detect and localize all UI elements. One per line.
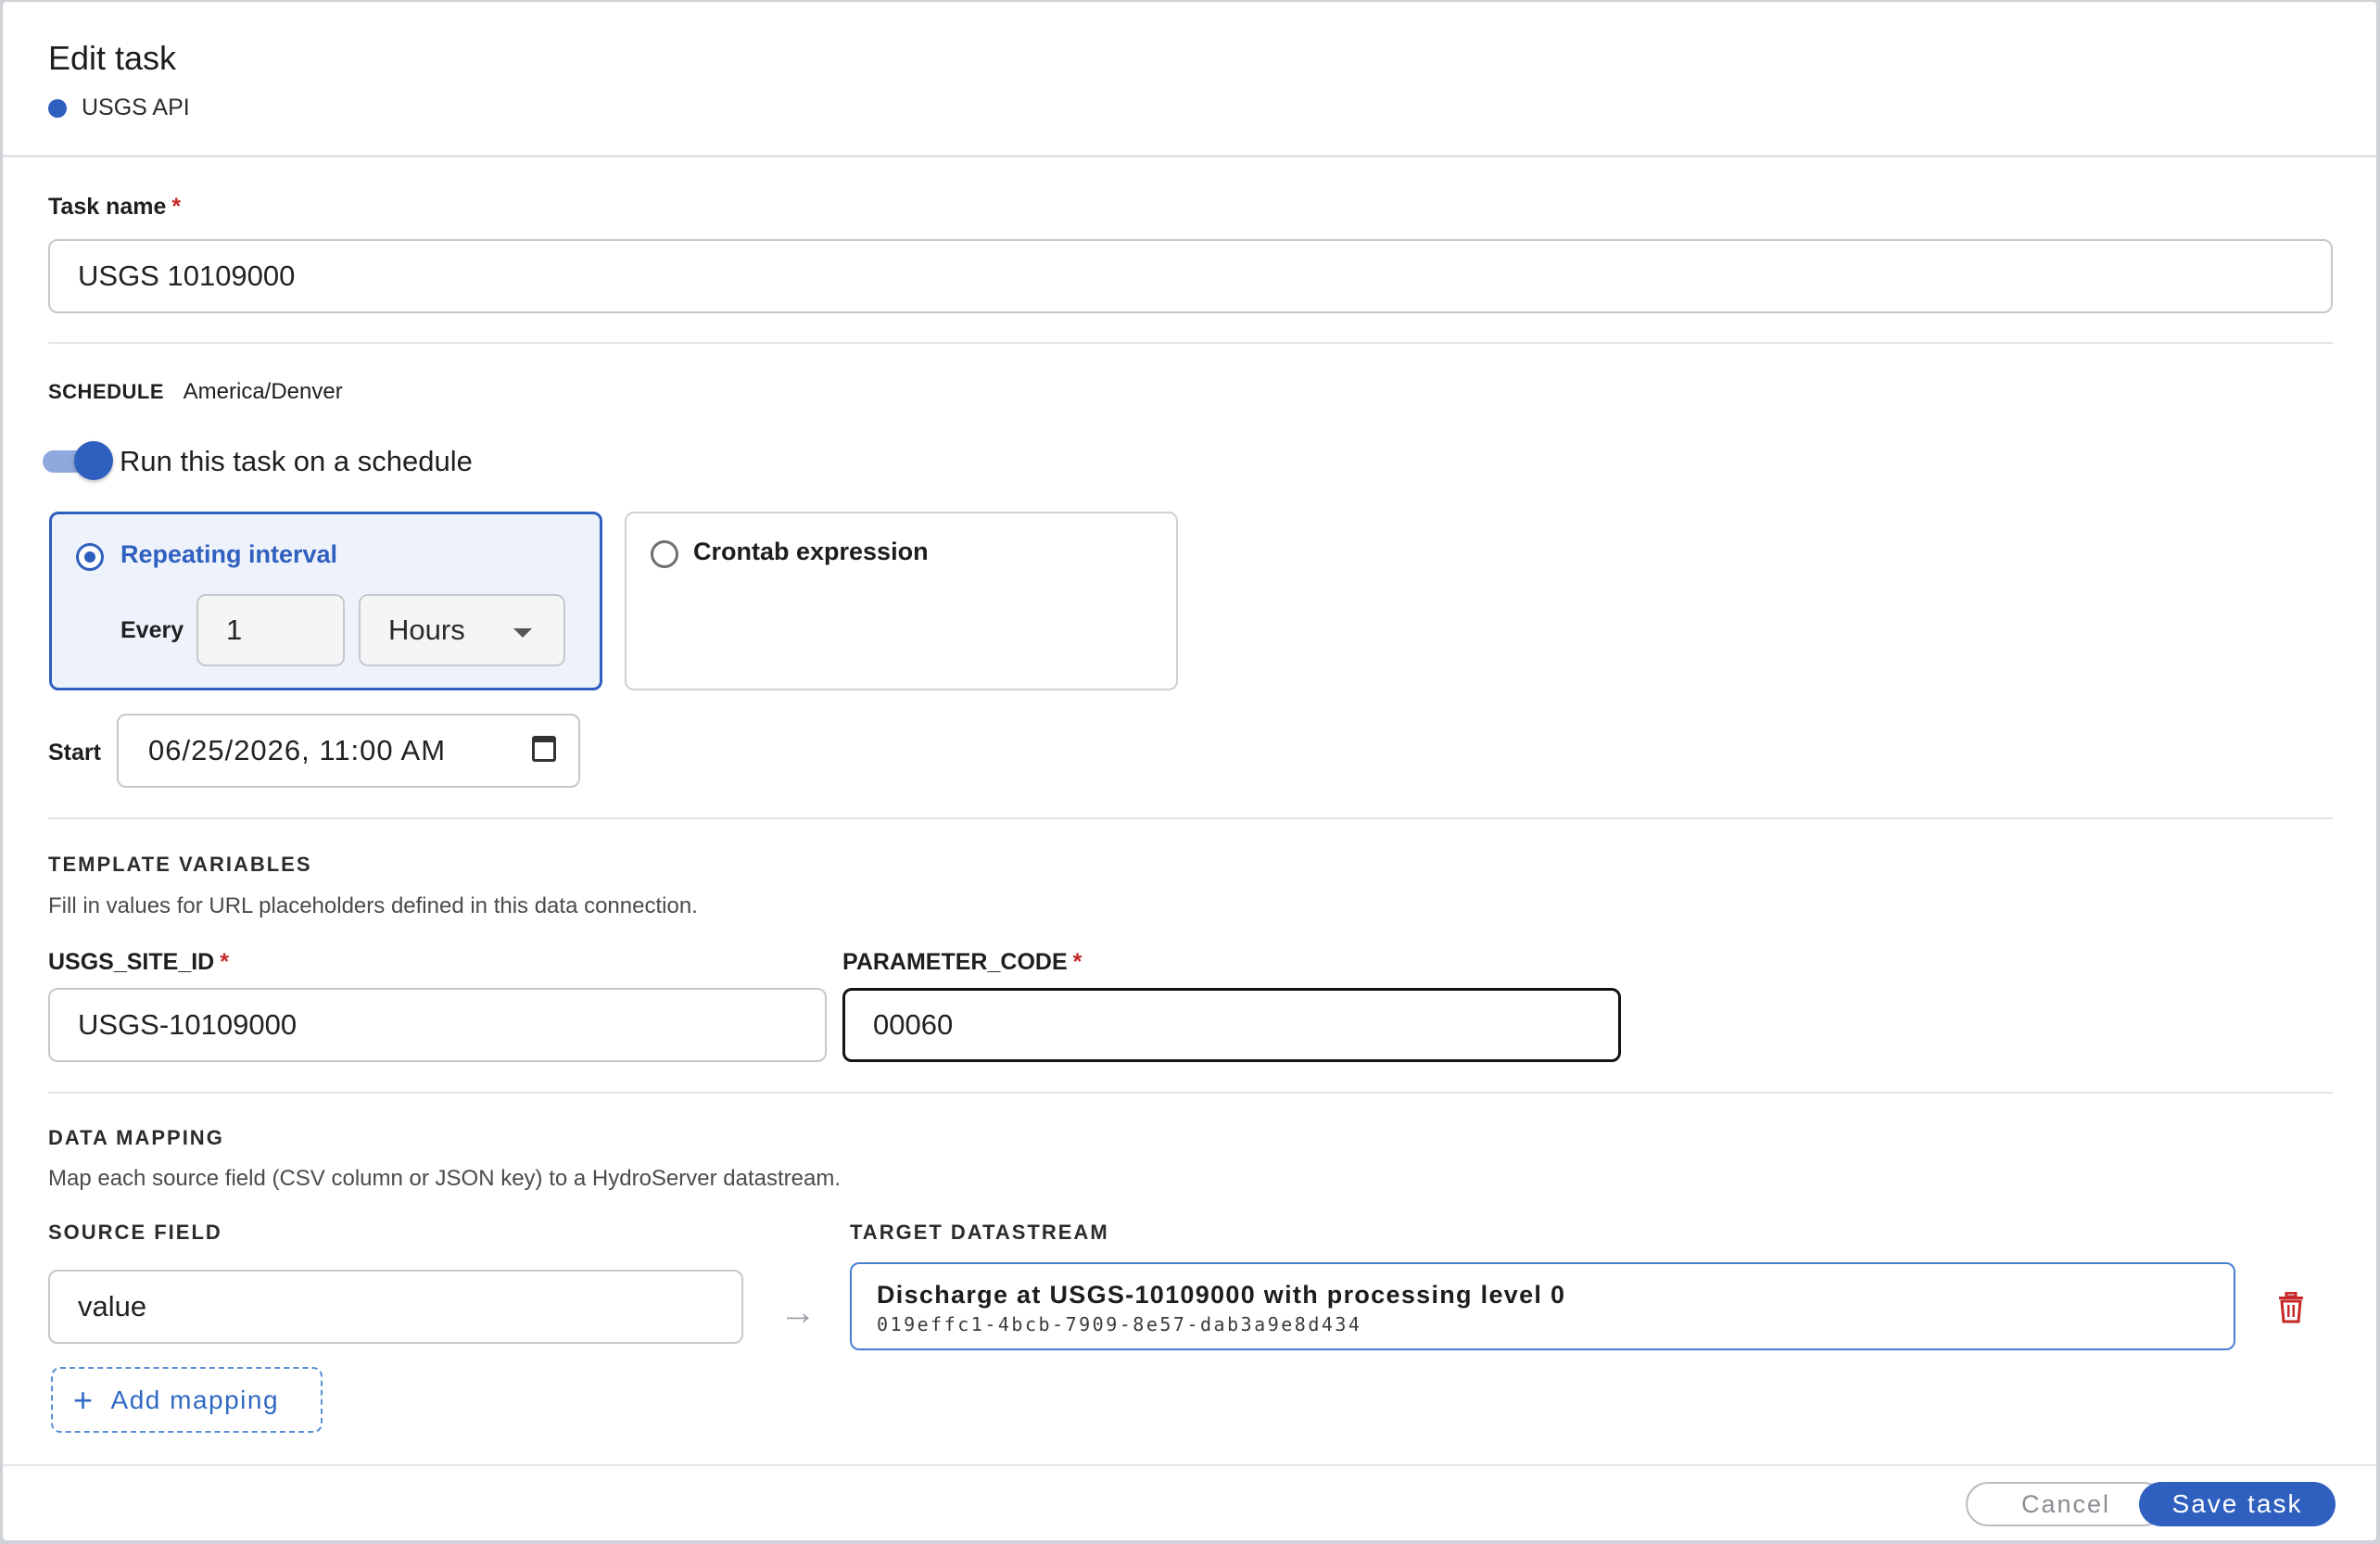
task-name-label: Task name * <box>48 194 181 221</box>
repeating-interval-label: Repeating interval <box>120 540 338 568</box>
add-mapping-button[interactable]: + Add mapping <box>51 1367 323 1433</box>
source-field-value: value <box>78 1290 147 1323</box>
crontab-expression-card[interactable]: Crontab expression <box>625 512 1178 690</box>
data-mapping-description: Map each source field (CSV column or JSO… <box>48 1166 841 1191</box>
source-field-input[interactable]: value <box>48 1270 743 1344</box>
crontab-expression-label: Crontab expression <box>693 538 929 565</box>
schedule-timezone: America/Denver <box>183 379 343 404</box>
usgs-site-id-label-text: USGS_SITE_ID <box>48 949 215 975</box>
save-task-button[interactable]: Save task <box>2139 1482 2336 1526</box>
repeating-interval-radio[interactable] <box>76 543 104 571</box>
schedule-toggle[interactable] <box>41 441 115 480</box>
connection-indicator: USGS API <box>48 95 190 121</box>
interval-unit-value: Hours <box>388 614 465 646</box>
required-asterisk: * <box>171 194 182 220</box>
target-datastream-id: 019effc1-4bcb-7909-8e57-dab3a9e8d434 <box>877 1313 1362 1335</box>
dialog-header: Edit task USGS API <box>3 2 2376 158</box>
data-mapping-heading: DATA MAPPING <box>48 1126 224 1149</box>
connection-name: USGS API <box>82 95 190 120</box>
target-datastream-header: TARGET DATASTREAM <box>850 1221 1109 1244</box>
repeating-interval-card[interactable]: Repeating interval Every 1 Hours <box>49 512 602 690</box>
add-mapping-label: Add mapping <box>110 1385 280 1414</box>
parameter-code-label-text: PARAMETER_CODE <box>842 949 1068 975</box>
divider <box>48 817 2333 819</box>
task-name-value: USGS 10109000 <box>78 259 296 292</box>
interval-unit-select[interactable]: Hours <box>359 594 565 666</box>
required-asterisk: * <box>1072 949 1082 975</box>
divider <box>48 1092 2333 1094</box>
task-name-input[interactable]: USGS 10109000 <box>48 239 2333 313</box>
chevron-down-icon <box>513 628 532 638</box>
dialog-title: Edit task <box>48 39 177 77</box>
toggle-knob <box>74 441 113 480</box>
target-datastream-select[interactable]: Discharge at USGS-10109000 with processi… <box>850 1262 2235 1350</box>
plus-icon: + <box>73 1380 95 1419</box>
arrow-right-icon: → <box>779 1292 817 1333</box>
target-datastream-name: Discharge at USGS-10109000 with processi… <box>877 1281 1566 1309</box>
cancel-button[interactable]: Cancel <box>1966 1482 2166 1526</box>
calendar-icon[interactable] <box>532 736 556 762</box>
crontab-expression-radio[interactable] <box>651 540 678 568</box>
divider <box>48 342 2333 344</box>
schedule-heading-text: SCHEDULE <box>48 380 165 403</box>
interval-value-input[interactable]: 1 <box>196 594 345 666</box>
trash-icon[interactable] <box>2278 1292 2304 1323</box>
every-label: Every <box>120 617 184 643</box>
required-asterisk: * <box>220 949 229 975</box>
usgs-site-id-label: USGS_SITE_ID * <box>48 949 229 976</box>
source-field-header: SOURCE FIELD <box>48 1221 222 1244</box>
parameter-code-value: 00060 <box>873 1008 954 1041</box>
template-variables-heading: TEMPLATE VARIABLES <box>48 853 312 876</box>
schedule-heading: SCHEDULE America/Denver <box>48 379 343 405</box>
usgs-site-id-value: USGS-10109000 <box>78 1008 298 1041</box>
connection-status-dot-icon <box>48 98 67 118</box>
task-name-label-text: Task name <box>48 194 167 220</box>
schedule-toggle-label: Run this task on a schedule <box>120 445 473 477</box>
start-datetime-input[interactable]: 06/25/2026, 11:00 AM <box>117 714 580 788</box>
parameter-code-label: PARAMETER_CODE * <box>842 949 1082 976</box>
edit-task-dialog: Edit task USGS API Task name * USGS 10109… <box>3 2 2376 1540</box>
start-datetime-value: 06/25/2026, 11:00 AM <box>148 734 447 766</box>
interval-value: 1 <box>226 614 243 646</box>
template-variables-description: Fill in values for URL placeholders defi… <box>48 893 698 918</box>
start-label: Start <box>48 740 101 766</box>
usgs-site-id-input[interactable]: USGS-10109000 <box>48 988 827 1062</box>
parameter-code-input[interactable]: 00060 <box>842 988 1621 1062</box>
